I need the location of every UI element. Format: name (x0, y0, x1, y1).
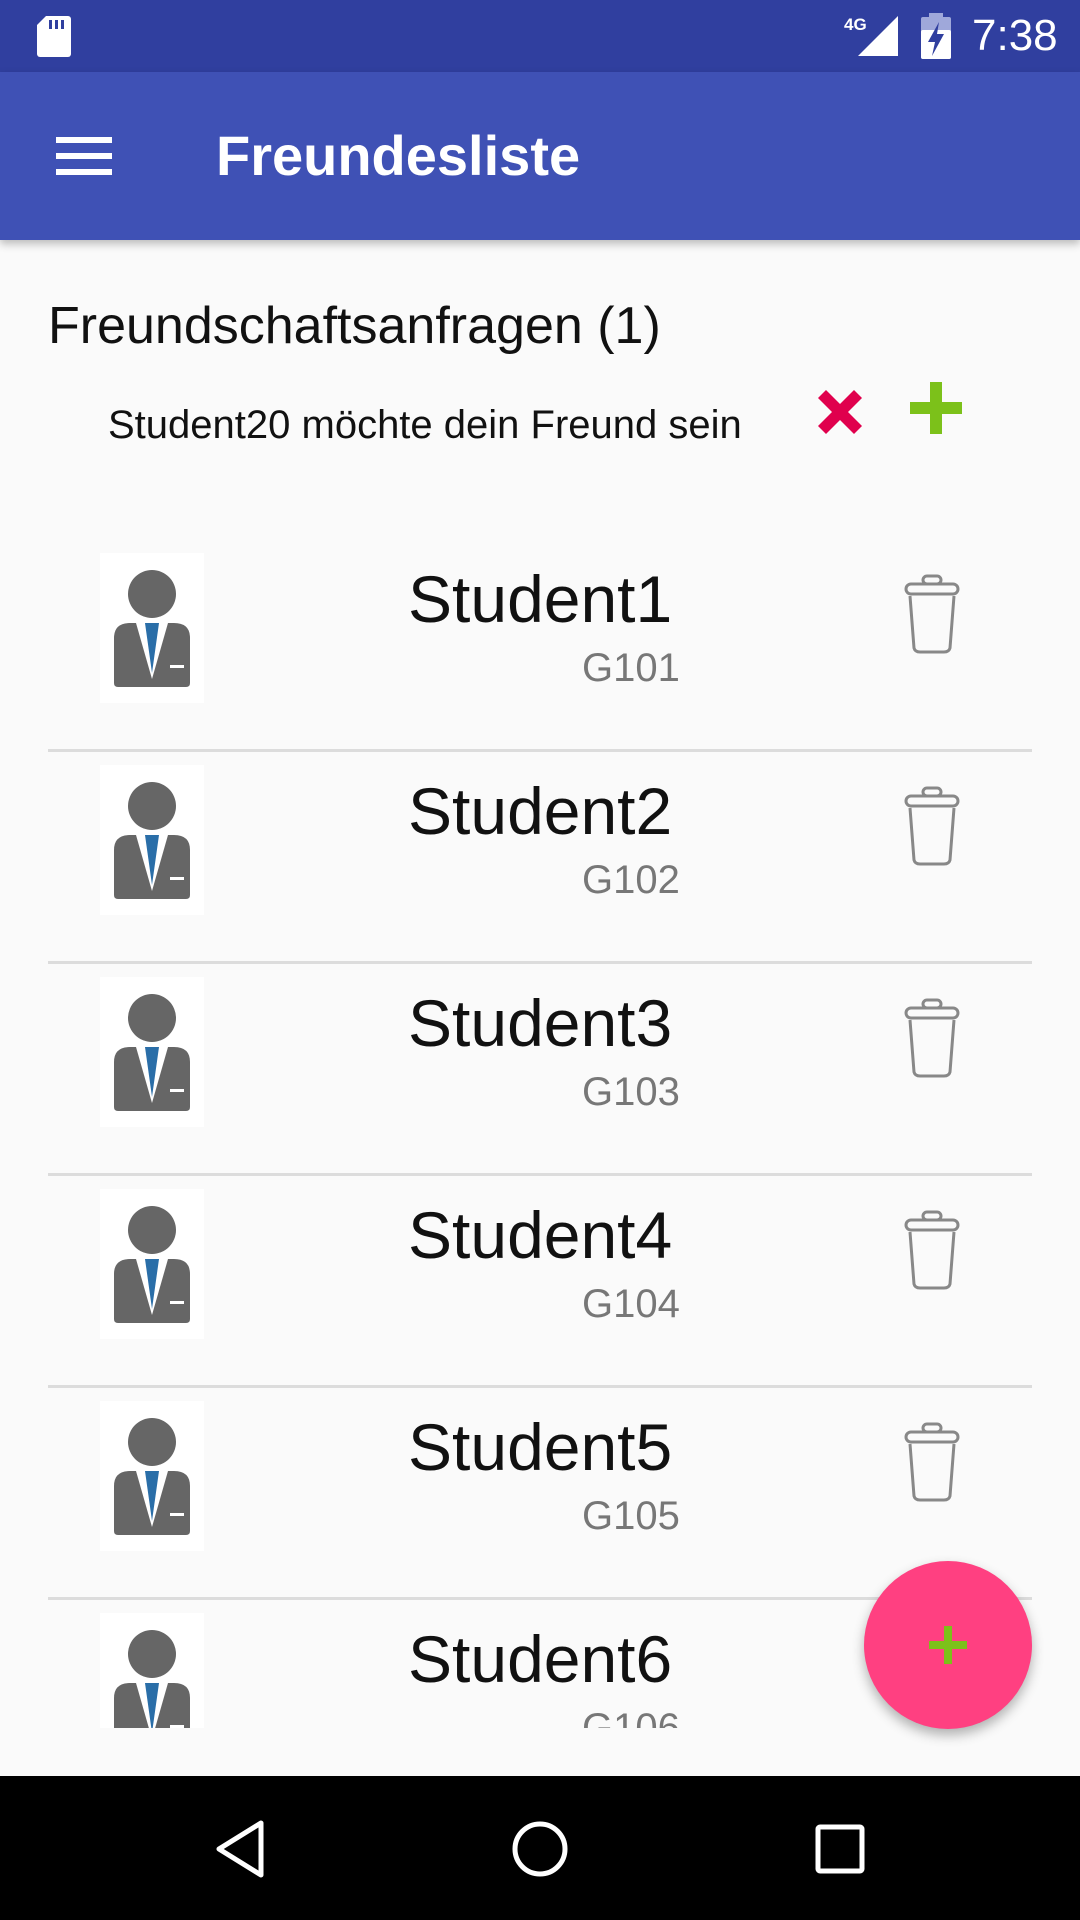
person-avatar-icon (114, 994, 190, 1111)
avatar (100, 553, 204, 703)
hamburger-menu-icon[interactable] (38, 120, 130, 192)
recents-icon[interactable] (805, 1814, 875, 1884)
person-avatar-icon (114, 570, 190, 687)
signal-icon: 4G (844, 15, 898, 56)
avatar (100, 1401, 204, 1551)
friend-group: G104 (582, 1282, 680, 1326)
friend-request-text: Student20 möchte dein Freund sein (108, 403, 742, 447)
friend-group: G105 (582, 1494, 680, 1538)
battery-charging-icon (921, 13, 951, 59)
accept-request-icon[interactable] (904, 376, 968, 440)
friend-row[interactable]: Student1 G101 (48, 540, 1032, 752)
app-bar: Freundesliste (0, 72, 1080, 240)
page-title: Freundesliste (216, 124, 581, 187)
avatar (100, 977, 204, 1127)
back-icon[interactable] (206, 1814, 276, 1884)
navigation-bar (0, 1776, 1080, 1920)
delete-friend-icon[interactable] (902, 996, 962, 1080)
friend-group: G101 (582, 646, 680, 690)
sd-card-icon (37, 16, 71, 57)
delete-friend-icon[interactable] (902, 1208, 962, 1292)
person-avatar-icon (114, 782, 190, 899)
person-avatar-icon (114, 1630, 190, 1728)
plus-icon (929, 1626, 967, 1664)
avatar (100, 1613, 204, 1728)
person-avatar-icon (114, 1206, 190, 1323)
friend-name: Student4 (408, 1198, 673, 1272)
friend-group: G102 (582, 858, 680, 902)
status-bar: 4G 7:38 (0, 0, 1080, 72)
delete-friend-icon[interactable] (902, 784, 962, 868)
network-type: 4G (844, 15, 867, 34)
friend-row[interactable]: Student4 G104 (48, 1176, 1032, 1388)
friend-name: Student1 (408, 562, 673, 636)
friend-name: Student2 (408, 774, 673, 848)
status-time: 7:38 (972, 11, 1058, 60)
avatar (100, 765, 204, 915)
avatar (100, 1189, 204, 1339)
person-avatar-icon (114, 1418, 190, 1535)
decline-request-icon[interactable] (804, 376, 876, 448)
friend-list: Student1 G101 Student2 G102 Student3 G10… (48, 540, 1032, 1728)
friend-group: G106 (582, 1706, 680, 1728)
friend-group: G103 (582, 1070, 680, 1114)
friend-name: Student6 (408, 1622, 673, 1696)
friend-requests-heading: Freundschaftsanfragen (1) (48, 297, 661, 355)
delete-friend-icon[interactable] (902, 572, 962, 656)
add-friend-button[interactable] (864, 1561, 1032, 1729)
friend-name: Student5 (408, 1410, 673, 1484)
friend-row[interactable]: Student3 G103 (48, 964, 1032, 1176)
friend-name: Student3 (408, 986, 673, 1060)
home-icon[interactable] (505, 1814, 575, 1884)
friend-row[interactable]: Student2 G102 (48, 752, 1032, 964)
delete-friend-icon[interactable] (902, 1420, 962, 1504)
friend-row[interactable]: Student5 G105 (48, 1388, 1032, 1600)
